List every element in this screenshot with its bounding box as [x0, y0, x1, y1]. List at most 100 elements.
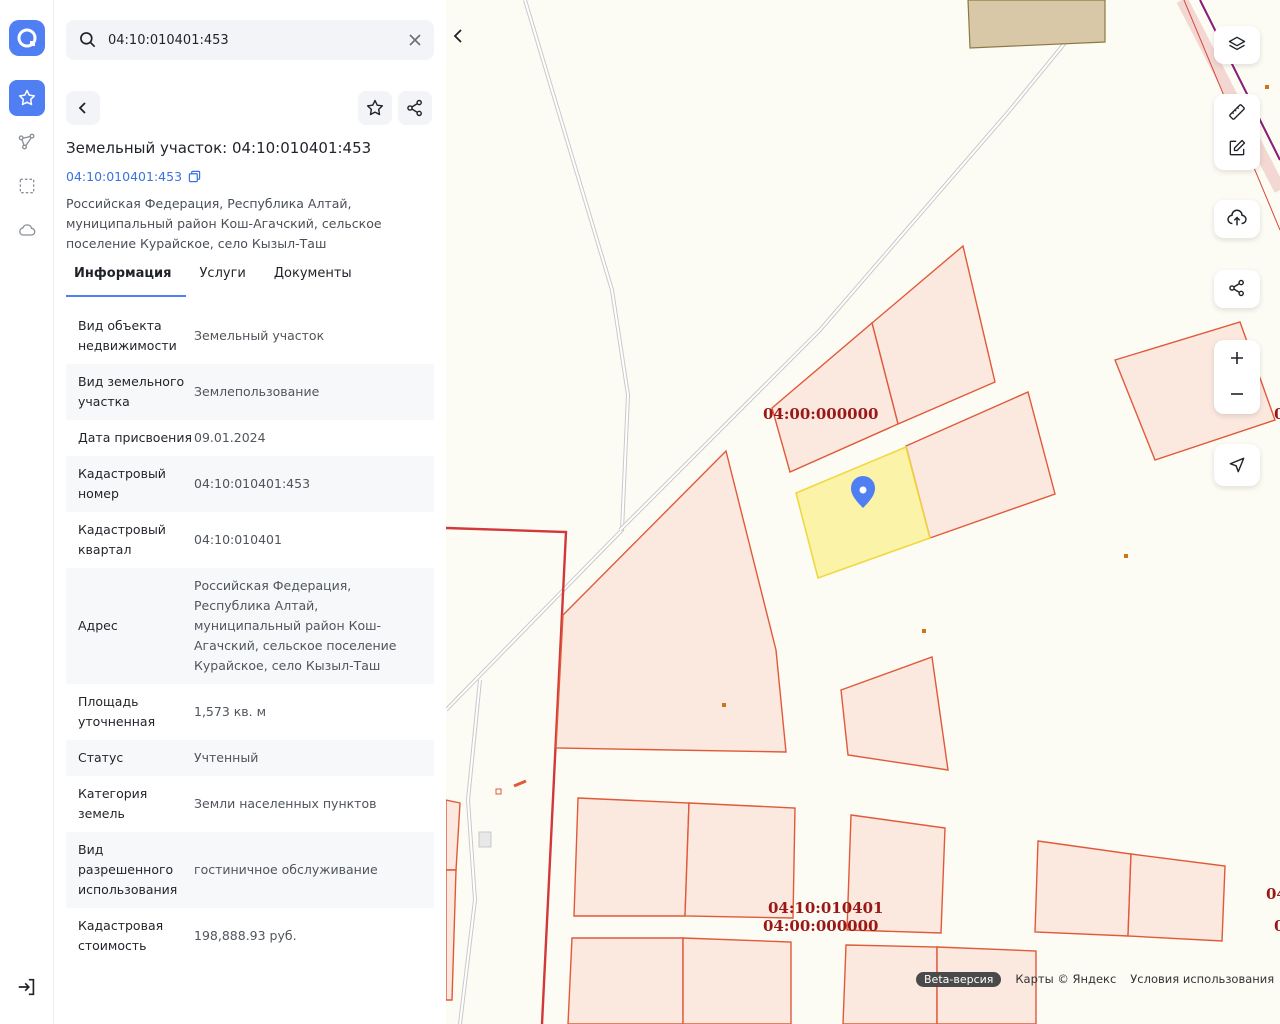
zoom-in-button[interactable]: [1214, 340, 1260, 376]
logo-icon: [17, 28, 37, 48]
star-outline-icon: [366, 99, 384, 116]
row-value: 09.01.2024: [194, 430, 266, 445]
tab-information[interactable]: Информация: [66, 266, 185, 297]
page-title: Земельный участок: 04:10:010401:453: [66, 139, 372, 157]
add-favorite-button[interactable]: [358, 91, 392, 125]
share-button[interactable]: [398, 91, 432, 125]
terms-link[interactable]: Условия использования: [1130, 972, 1274, 986]
row-key: Категория земель: [78, 786, 148, 821]
row-value: 04:10:010401:453: [194, 476, 311, 491]
my-location-button[interactable]: [1214, 444, 1260, 486]
row-key: Площадь уточненная: [78, 694, 156, 729]
row-key: Вид объекта недвижимости: [78, 318, 177, 353]
cloud-button[interactable]: [9, 212, 45, 248]
search-bar: [66, 20, 434, 60]
share-icon: [1229, 279, 1244, 297]
share-control: [1214, 270, 1260, 308]
row-key: Кадастровый номер: [78, 466, 166, 501]
map-share-button[interactable]: [1214, 270, 1260, 306]
table-row: Категория земель Земли населенных пунктов: [66, 776, 434, 832]
tools-control: [1214, 94, 1260, 170]
minus-icon: [1231, 393, 1243, 395]
zoom-control: [1214, 340, 1260, 414]
map-canvas[interactable]: 04:00:000000 04:10:010401 04:00:000000 0…: [446, 0, 1280, 1024]
tabs: Информация Услуги Документы: [66, 266, 372, 297]
chevron-left-icon: [453, 29, 462, 43]
row-key: Кадастровая стоимость: [78, 918, 164, 953]
row-value: 1,573 кв. м: [194, 704, 267, 719]
collapse-panel-button[interactable]: [446, 20, 470, 52]
logout-button[interactable]: [16, 976, 38, 998]
search-input[interactable]: [108, 32, 408, 48]
zoom-out-button[interactable]: [1214, 376, 1260, 412]
table-row: Кадастровый квартал 04:10:010401: [66, 512, 434, 568]
row-key: Кадастровый квартал: [78, 522, 166, 557]
table-row: Вид разрешенного использования гостинично…: [66, 832, 434, 908]
ruler-button[interactable]: [1214, 94, 1260, 130]
row-value: Земельный участок: [194, 328, 325, 343]
tab-documents[interactable]: Документы: [266, 266, 360, 296]
back-button[interactable]: [66, 91, 100, 125]
plus-icon: [1231, 352, 1243, 364]
table-row: Адрес Российская Федерация, Республика Ал…: [66, 568, 434, 684]
chevron-left-icon: [78, 102, 86, 114]
clear-search-icon[interactable]: [408, 33, 422, 47]
cloud-icon: [19, 224, 36, 236]
row-key: Статус: [78, 750, 124, 765]
tab-services[interactable]: Услуги: [192, 266, 254, 296]
upload-control: [1214, 200, 1260, 238]
table-row: Вид объекта недвижимости Земельный участо…: [66, 308, 434, 364]
map-layer: [446, 0, 1280, 1024]
info-panel: Земельный участок: 04:10:010401:453 04:1…: [54, 0, 446, 1024]
star-icon: [18, 89, 36, 106]
logout-icon: [18, 978, 35, 996]
area-select-button[interactable]: [9, 168, 45, 204]
beta-badge: Beta-версия: [916, 971, 1002, 987]
share-icon: [407, 99, 422, 117]
nodes-icon: [18, 133, 35, 150]
table-row: Кадастровый номер 04:10:010401:453: [66, 456, 434, 512]
edit-icon: [1229, 139, 1246, 156]
layers-control: [1214, 26, 1260, 64]
cloud-upload-icon: [1227, 209, 1247, 226]
row-key: Вид земельного участка: [78, 374, 185, 409]
map-attribution: Beta-версия Карты © Яндекс Условия испол…: [916, 970, 1274, 988]
table-row: Дата присвоения 09.01.2024: [66, 420, 434, 456]
table-row: Статус Учтенный: [66, 740, 434, 776]
table-row: Вид земельного участка Землепользование: [66, 364, 434, 420]
copy-icon[interactable]: [188, 170, 201, 183]
row-value: Земли населенных пунктов: [194, 796, 377, 811]
cad-number-link[interactable]: 04:10:010401:453: [66, 169, 201, 184]
map-label-quarter: 04:10:010401: [768, 899, 884, 917]
info-table: Вид объекта недвижимости Земельный участо…: [66, 308, 434, 964]
layers-button[interactable]: [1214, 26, 1260, 62]
navigation-arrow-icon: [1229, 457, 1245, 473]
row-key: Вид разрешенного использования: [78, 842, 178, 897]
maps-copyright[interactable]: Карты © Яндекс: [1015, 972, 1116, 986]
upload-button[interactable]: [1214, 200, 1260, 236]
layers-icon: [1228, 36, 1246, 51]
row-key: Дата присвоения: [78, 430, 192, 445]
ruler-icon: [1229, 104, 1245, 120]
map-label-edge: 0: [1274, 405, 1280, 423]
parcel-address: Российская Федерация, Республика Алтай, …: [66, 196, 382, 251]
row-value: Учтенный: [194, 750, 259, 765]
row-key: Адрес: [78, 618, 118, 633]
edit-button[interactable]: [1214, 130, 1260, 166]
row-value: 04:10:010401: [194, 532, 282, 547]
dashed-square-icon: [19, 178, 35, 194]
row-value: 198,888.93 руб.: [194, 928, 297, 943]
search-icon: [80, 32, 96, 48]
row-value: Землепользование: [194, 384, 320, 399]
left-rail: [0, 0, 54, 1024]
map-label-edge: 04: [1266, 885, 1280, 903]
map-label-edge: 0: [1274, 917, 1280, 935]
favorites-button[interactable]: [9, 80, 45, 116]
table-row: Кадастровая стоимость 198,888.93 руб.: [66, 908, 434, 964]
routes-button[interactable]: [9, 124, 45, 160]
location-control: [1214, 444, 1260, 486]
map-label-quarter: 04:00:000000: [763, 405, 879, 423]
cad-number-text[interactable]: 04:10:010401:453: [66, 169, 182, 184]
app-logo[interactable]: [9, 20, 45, 56]
row-value: Российская Федерация, Республика Алтай, …: [194, 578, 397, 673]
